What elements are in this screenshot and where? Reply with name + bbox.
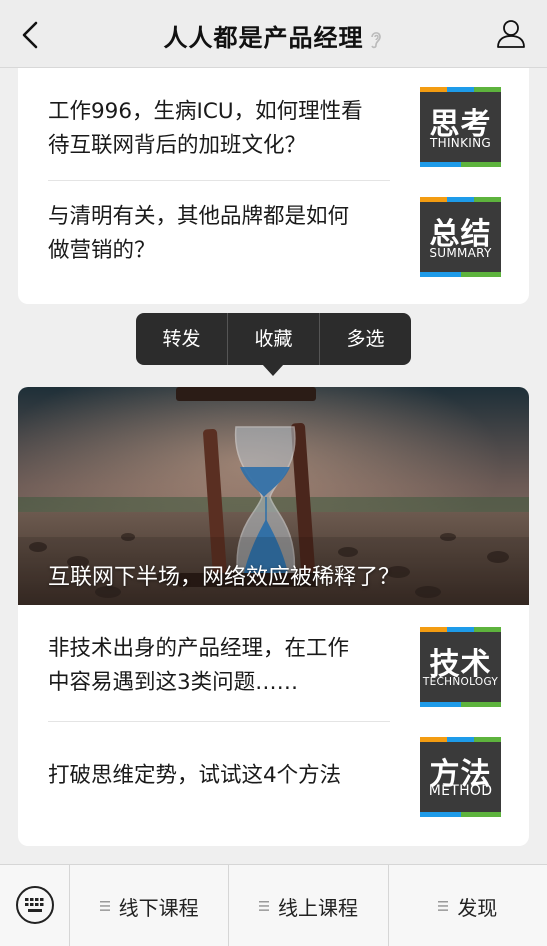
page-title: 人人都是产品经理: [0, 18, 547, 53]
menu-lines-icon: [258, 901, 269, 911]
hero-title: 互联网下半场，网络效应被稀释了？: [48, 565, 401, 590]
message-context-menu: 转发 收藏 多选: [136, 313, 411, 365]
article-title-line: 中容易遇到这3类问题……: [48, 670, 299, 695]
badge-sublabel: TECHNOLOGY: [422, 676, 499, 688]
context-menu-pointer: [262, 364, 284, 376]
category-badge: 总结 SUMMARY: [420, 197, 501, 277]
article-title-line: 非技术出身的产品经理，在工作: [48, 636, 350, 661]
article-title-line: 工作996，生病ICU，如何理性看: [48, 99, 363, 124]
hero-image[interactable]: 互联网下半场，网络效应被稀释了？: [18, 387, 529, 605]
article-title-line: 打破思维定势，试试这4个方法: [48, 763, 342, 788]
keyboard-icon: [16, 886, 54, 924]
article-title-line: 与清明有关，其他品牌都是如何: [48, 204, 350, 229]
badge-sublabel: METHOD: [428, 783, 493, 799]
article-title: 非技术出身的产品经理，在工作 中容易遇到这3类问题……: [48, 632, 398, 700]
menu-lines-icon: [438, 901, 449, 911]
article-title: 打破思维定势，试试这4个方法: [48, 759, 398, 793]
favorite-menu-item[interactable]: 收藏: [228, 313, 320, 365]
category-badge: 思考 THINKING: [420, 87, 501, 167]
article-title: 与清明有关，其他品牌都是如何 做营销的？: [48, 200, 398, 268]
article-title-line: 做营销的？: [48, 238, 156, 263]
menu-tab-discover[interactable]: 发现: [389, 865, 547, 946]
menu-tab-online-courses[interactable]: 线上课程: [229, 865, 389, 946]
menu-tab-offline-courses[interactable]: 线下课程: [70, 865, 230, 946]
menu-tab-label: 线下课程: [118, 895, 199, 920]
divider: [48, 180, 390, 181]
article-title-line: 待互联网背后的加班文化？: [48, 133, 307, 158]
article-item[interactable]: 工作996，生病ICU，如何理性看 待互联网背后的加班文化？ 思考 THINKI…: [48, 87, 501, 180]
menu-tab-label: 线上课程: [277, 895, 358, 920]
multi-select-menu-item[interactable]: 多选: [320, 313, 411, 365]
article-item[interactable]: 与清明有关，其他品牌都是如何 做营销的？ 总结 SUMMARY: [48, 197, 501, 290]
article-item[interactable]: 非技术出身的产品经理，在工作 中容易遇到这3类问题…… 技术 TECHNOLOG…: [48, 627, 501, 717]
category-badge: 方法 METHOD: [420, 737, 501, 817]
badge-sublabel: THINKING: [430, 136, 491, 150]
keyboard-toggle-button[interactable]: [0, 865, 70, 946]
article-title: 工作996，生病ICU，如何理性看 待互联网背后的加班文化？: [48, 95, 398, 163]
article-item[interactable]: 打破思维定势，试试这4个方法 方法 METHOD: [48, 737, 501, 827]
ear-icon: [370, 32, 381, 49]
article-card-top: 工作996，生病ICU，如何理性看 待互联网背后的加班文化？ 思考 THINKI…: [18, 68, 529, 304]
category-badge: 技术 TECHNOLOGY: [420, 627, 501, 707]
menu-tab-label: 发现: [457, 895, 498, 920]
article-card-bottom: 互联网下半场，网络效应被稀释了？ 非技术出身的产品经理，在工作 中容易遇到这3类…: [18, 387, 529, 846]
top-bar: 人人都是产品经理: [0, 0, 547, 68]
person-icon[interactable]: [495, 18, 527, 50]
forward-menu-item[interactable]: 转发: [136, 313, 228, 365]
account-name: 人人都是产品经理: [163, 24, 364, 52]
menu-lines-icon: [99, 901, 110, 911]
divider: [48, 721, 390, 722]
badge-sublabel: SUMMARY: [429, 246, 492, 260]
bottom-menu-bar: 线下课程 线上课程 发现: [0, 864, 547, 946]
